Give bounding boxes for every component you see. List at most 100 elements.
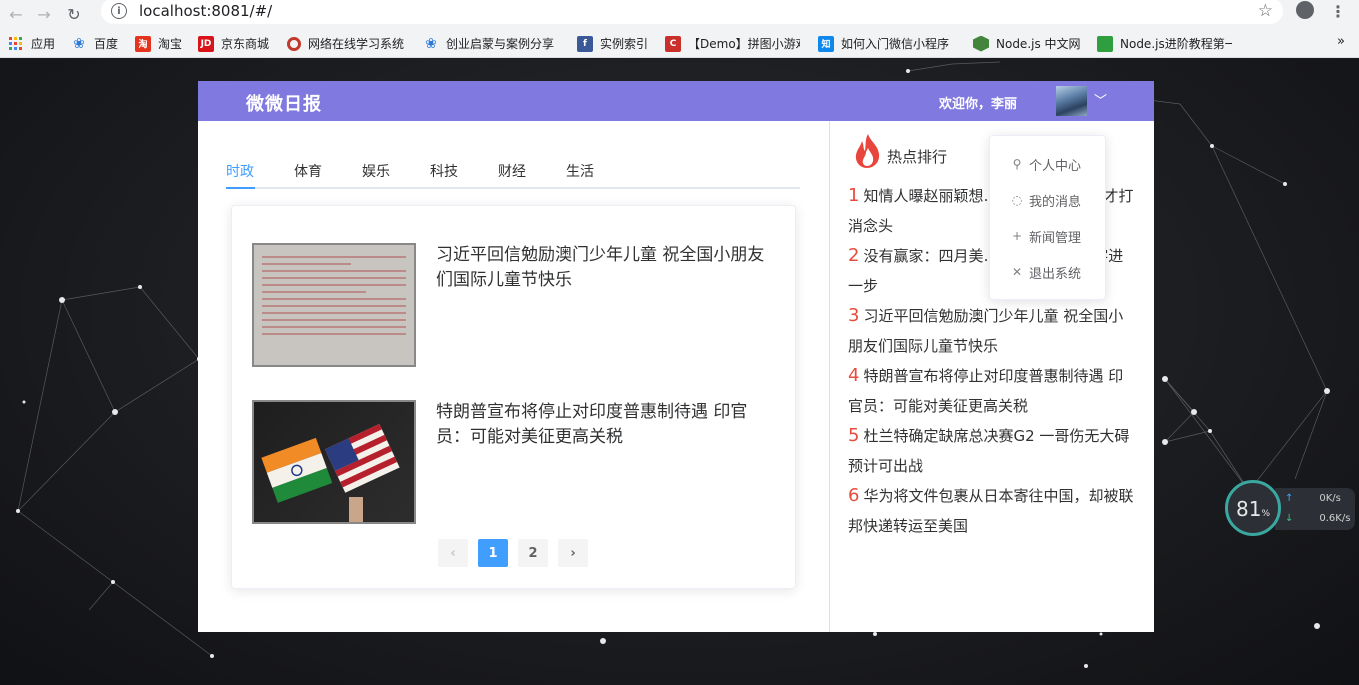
fire-icon xyxy=(855,134,880,168)
site-info-icon[interactable]: i xyxy=(111,3,127,19)
bookmark-label: Node.js 中文网 xyxy=(996,37,1081,51)
bookmark-nodejs-cn[interactable]: Node.js 中文网 xyxy=(973,35,1081,52)
forward-icon[interactable]: → xyxy=(32,2,56,26)
hot-item[interactable]: 5 杜兰特确定缺席总决赛G2 一哥伤无大碍预计可出战 xyxy=(848,421,1138,481)
baidu-paw-icon: ❀ xyxy=(425,35,437,52)
bookmarks-overflow[interactable]: » xyxy=(1337,34,1345,49)
active-tab-indicator xyxy=(226,187,255,189)
rank-number: 6 xyxy=(848,485,860,506)
rank-number: 1 xyxy=(848,185,860,206)
bookmark-label: 创业启蒙与案例分享 xyxy=(446,37,555,51)
nodejs-hex-icon xyxy=(973,35,989,52)
bookmark-label: 淘宝 xyxy=(158,37,183,51)
message-icon: ◌ xyxy=(1011,193,1023,207)
jd-icon: JD xyxy=(198,35,214,52)
tab-sports[interactable]: 体育 xyxy=(294,161,322,181)
apps-grid-icon xyxy=(8,36,24,52)
tab-life[interactable]: 生活 xyxy=(566,161,594,181)
hot-ranking-title: 热点排行 xyxy=(887,147,948,166)
rank-number: 5 xyxy=(848,425,860,446)
bookmark-baidu[interactable]: ❀ 百度 xyxy=(71,35,118,52)
bookmark-label: Node.js进阶教程第一 xyxy=(1120,37,1232,51)
user-icon: ⚲ xyxy=(1012,157,1022,171)
bookmark-startup[interactable]: ❀ 创业启蒙与案例分享 xyxy=(423,35,554,52)
bookmark-label: 京东商城 xyxy=(221,37,270,51)
column-divider xyxy=(829,121,830,632)
reload-icon[interactable]: ↻ xyxy=(62,2,86,26)
hot-item-text: 特朗普宣布将停止对印度普惠制待遇 印官员：可能对美征更高关税 xyxy=(848,367,1124,415)
hot-item-text: 杜兰特确定缺席总决赛G2 一哥伤无大碍预计可出战 xyxy=(848,427,1130,475)
download-speed: 0.6K/s xyxy=(1319,513,1351,524)
chevron-down-icon[interactable]: ﹀ xyxy=(1094,90,1107,109)
menu-item-profile[interactable]: ⚲ 个人中心 xyxy=(990,146,1107,182)
bookmark-apps[interactable]: 应用 xyxy=(8,35,55,52)
network-speed-widget[interactable]: ↑ 0K/s ↓ 0.6K/s 81% xyxy=(1225,480,1357,538)
bookmark-label: 网络在线学习系统 xyxy=(308,37,405,51)
download-arrow-icon: ↓ xyxy=(1285,513,1294,524)
bookmark-demo[interactable]: C 【Demo】拼图小游戏 xyxy=(665,35,800,52)
app-title: 微微日报 xyxy=(246,94,322,115)
back-icon[interactable]: ← xyxy=(4,2,28,26)
prev-page-button[interactable]: ‹ xyxy=(438,539,468,567)
app-panel: 微微日报 欢迎你，李丽 ﹀ 时政 体育 娱乐 科技 财经 生活 习近平回信勉励澳… xyxy=(198,81,1154,632)
close-icon: ✕ xyxy=(1011,265,1023,279)
hot-ranking-header: 热点排行 xyxy=(852,133,947,169)
menu-item-news-admin[interactable]: + 新闻管理 xyxy=(990,218,1107,254)
rank-number: 3 xyxy=(848,305,860,326)
avatar[interactable] xyxy=(1056,86,1087,116)
hot-item[interactable]: 4 特朗普宣布将停止对印度普惠制待遇 印官员：可能对美征更高关税 xyxy=(848,361,1138,421)
plus-icon: + xyxy=(1011,229,1023,243)
news-item[interactable]: 习近平回信勉励澳门少年儿童 祝全国小朋友们国际儿童节快乐 xyxy=(252,243,777,367)
url-text: localhost:8081/#/ xyxy=(139,2,273,20)
news-item[interactable]: 特朗普宣布将停止对印度普惠制待遇 印官员：可能对美征更高关税 xyxy=(252,400,777,524)
tab-politics[interactable]: 时政 xyxy=(226,161,254,181)
bookmark-examples[interactable]: f 实例索引 xyxy=(577,35,648,52)
bookmark-nodejs-advanced[interactable]: Node.js进阶教程第一 xyxy=(1097,35,1232,52)
bookmark-taobao[interactable]: 淘淘宝 xyxy=(135,35,182,52)
welcome-text: 欢迎你，李丽 xyxy=(939,97,1018,112)
menu-item-label: 个人中心 xyxy=(1029,158,1082,174)
upload-speed: 0K/s xyxy=(1319,493,1341,504)
news-title[interactable]: 习近平回信勉励澳门少年儿童 祝全国小朋友们国际儿童节快乐 xyxy=(436,243,776,293)
menu-item-messages[interactable]: ◌ 我的消息 xyxy=(990,182,1107,218)
gauge-unit: % xyxy=(1261,509,1271,519)
facebook-icon: f xyxy=(577,35,593,52)
rank-number: 2 xyxy=(848,245,860,266)
category-tabs: 时政 体育 娱乐 科技 财经 生活 xyxy=(226,161,800,189)
menu-item-label: 我的消息 xyxy=(1029,194,1082,210)
gauge-value: 81 xyxy=(1236,497,1262,521)
tab-finance[interactable]: 财经 xyxy=(498,161,526,181)
next-page-button[interactable]: › xyxy=(558,539,588,567)
hot-item[interactable]: 6 华为将文件包裹从日本寄往中国，却被联邦快递转运至美国 xyxy=(848,481,1138,541)
c-logo-icon: C xyxy=(665,35,681,52)
browser-toolbar: ← → ↻ i localhost:8081/#/ ☆ ⋮ xyxy=(0,0,1359,28)
tab-tech[interactable]: 科技 xyxy=(430,161,458,181)
page-2-button[interactable]: 2 xyxy=(518,539,548,567)
memory-gauge: 81% xyxy=(1225,480,1281,536)
bookmark-zhihu[interactable]: 知如何入门微信小程序 xyxy=(818,35,953,52)
page-1-button[interactable]: 1 xyxy=(478,539,508,567)
bookmark-label: 如何入门微信小程序 xyxy=(841,37,950,51)
hot-item-text: 华为将文件包裹从日本寄往中国，却被联邦快递转运至美国 xyxy=(848,487,1134,535)
book-icon xyxy=(1097,35,1113,52)
profile-icon[interactable] xyxy=(1296,1,1314,19)
app-header: 微微日报 欢迎你，李丽 ﹀ xyxy=(198,81,1154,121)
hot-item[interactable]: 3 习近平回信勉励澳门少年儿童 祝全国小朋友们国际儿童节快乐 xyxy=(848,301,1138,361)
bookmark-jd[interactable]: JD 京东商城 xyxy=(198,35,269,52)
news-title[interactable]: 特朗普宣布将停止对印度普惠制待遇 印官员：可能对美征更高关税 xyxy=(436,400,776,450)
tab-entertainment[interactable]: 娱乐 xyxy=(362,161,390,181)
bookmark-learning[interactable]: 网络在线学习系统 xyxy=(287,35,404,52)
circle-logo-icon xyxy=(287,36,301,51)
menu-item-label: 新闻管理 xyxy=(1029,230,1082,246)
rank-number: 4 xyxy=(848,365,860,386)
menu-item-label: 退出系统 xyxy=(1029,266,1082,282)
hot-item-text: 习近平回信勉励澳门少年儿童 祝全国小朋友们国际儿童节快乐 xyxy=(848,307,1124,355)
menu-item-logout[interactable]: ✕ 退出系统 xyxy=(990,254,1107,290)
bookmark-label: 应用 xyxy=(31,37,56,51)
bookmark-star-icon[interactable]: ☆ xyxy=(1258,1,1273,21)
net-speed-panel: ↑ 0K/s ↓ 0.6K/s xyxy=(1275,488,1355,530)
address-bar[interactable]: i localhost:8081/#/ ☆ xyxy=(101,0,1283,24)
menu-kebab-icon[interactable]: ⋮ xyxy=(1330,2,1346,21)
upload-arrow-icon: ↑ xyxy=(1285,493,1294,504)
letter-image xyxy=(252,243,416,367)
